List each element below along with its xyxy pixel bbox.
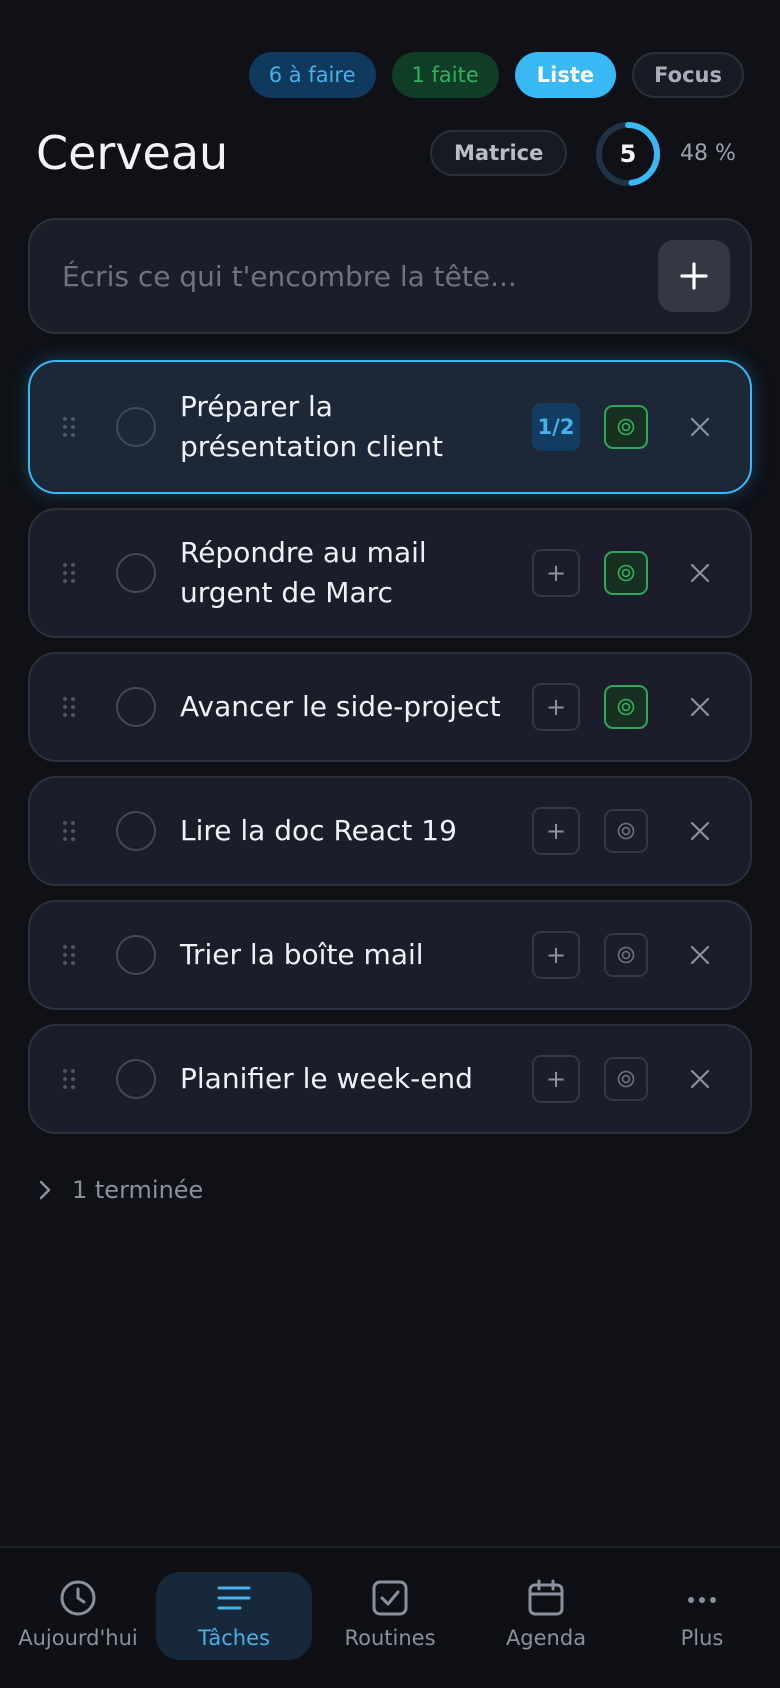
task-title[interactable]: Trier la boîte mail xyxy=(180,935,510,975)
target-icon xyxy=(617,822,635,840)
task-checkbox[interactable] xyxy=(116,1059,156,1099)
completed-tasks-label: 1 terminée xyxy=(72,1176,204,1204)
task-title[interactable]: Préparer la présentation client xyxy=(180,387,510,467)
filter-pills: 6 à faire 1 faite Liste Focus xyxy=(248,52,744,98)
focus-toggle-button[interactable] xyxy=(604,933,648,977)
task-checkbox[interactable] xyxy=(116,407,156,447)
close-icon xyxy=(690,1069,710,1089)
delete-task-button[interactable] xyxy=(680,1059,720,1099)
task-checkbox[interactable] xyxy=(116,935,156,975)
subtasks-count-badge[interactable]: 1/2 xyxy=(532,403,580,451)
drag-handle-icon[interactable] xyxy=(62,820,76,842)
todo-count-pill[interactable]: 6 à faire xyxy=(248,52,376,98)
task-item[interactable]: Avancer le side-project + xyxy=(28,652,752,762)
target-icon xyxy=(617,1070,635,1088)
target-icon xyxy=(617,698,635,716)
checkbox-icon xyxy=(372,1580,408,1616)
focus-toggle-button[interactable] xyxy=(604,405,648,449)
app-root: 6 à faire 1 faite Liste Focus Cerveau Ma… xyxy=(0,0,780,1688)
task-item[interactable]: Planifier le week-end + xyxy=(28,1024,752,1134)
close-icon xyxy=(690,417,710,437)
task-item[interactable]: Préparer la présentation client 1/2 xyxy=(28,360,752,494)
delete-task-button[interactable] xyxy=(680,407,720,447)
add-subtask-button[interactable]: + xyxy=(532,807,580,855)
progress-percent: 48 % xyxy=(680,141,736,166)
nav-item-more[interactable]: Plus xyxy=(624,1572,780,1660)
focus-toggle-button[interactable] xyxy=(604,809,648,853)
focus-toggle-button[interactable] xyxy=(604,685,648,729)
add-subtask-button[interactable]: + xyxy=(532,1055,580,1103)
new-task-input[interactable] xyxy=(62,248,642,304)
focus-toggle-button[interactable] xyxy=(604,551,648,595)
task-title[interactable]: Lire la doc React 19 xyxy=(180,811,510,851)
progress-ring-value: 5 xyxy=(619,140,637,168)
list-icon xyxy=(217,1586,251,1610)
task-checkbox[interactable] xyxy=(116,811,156,851)
nav-label: Tâches xyxy=(198,1626,270,1650)
target-icon xyxy=(617,946,635,964)
nav-label: Plus xyxy=(680,1626,724,1650)
calendar-icon xyxy=(528,1579,564,1616)
delete-task-button[interactable] xyxy=(680,553,720,593)
close-icon xyxy=(690,563,710,583)
drag-handle-icon[interactable] xyxy=(62,1068,76,1090)
task-item[interactable]: Lire la doc React 19 + xyxy=(28,776,752,886)
add-task-button[interactable] xyxy=(658,240,730,312)
done-count-pill[interactable]: 1 faite xyxy=(391,52,499,98)
nav-item-routines[interactable]: Routines xyxy=(312,1572,468,1660)
delete-task-button[interactable] xyxy=(680,687,720,727)
drag-handle-icon[interactable] xyxy=(62,944,76,966)
delete-task-button[interactable] xyxy=(680,811,720,851)
completed-tasks-toggle[interactable]: 1 terminée xyxy=(38,1176,203,1204)
task-title[interactable]: Planifier le week-end xyxy=(180,1059,510,1099)
chevron-right-icon xyxy=(39,1180,51,1200)
drag-handle-icon[interactable] xyxy=(62,562,76,584)
add-subtask-button[interactable]: + xyxy=(532,549,580,597)
focus-toggle-button[interactable] xyxy=(604,1057,648,1101)
drag-handle-icon[interactable] xyxy=(62,696,76,718)
focus-view-button[interactable]: Focus xyxy=(632,52,744,98)
bottom-nav: Aujourd'hui Tâches Routines Agenda Plus xyxy=(0,1546,780,1688)
nav-item-today[interactable]: Aujourd'hui xyxy=(0,1572,156,1660)
close-icon xyxy=(690,697,710,717)
task-item[interactable]: Trier la boîte mail + xyxy=(28,900,752,1010)
task-checkbox[interactable] xyxy=(116,687,156,727)
close-icon xyxy=(690,821,710,841)
more-icon xyxy=(688,1597,716,1603)
plus-icon xyxy=(680,262,708,290)
new-task-card xyxy=(28,218,752,334)
list-view-button[interactable]: Liste xyxy=(514,52,617,98)
target-icon xyxy=(617,564,635,582)
close-icon xyxy=(690,945,710,965)
task-item[interactable]: Répondre au mail urgent de Marc + xyxy=(28,508,752,638)
target-icon xyxy=(617,418,635,436)
nav-label: Routines xyxy=(344,1626,436,1650)
nav-label: Agenda xyxy=(505,1626,587,1650)
add-subtask-button[interactable]: + xyxy=(532,931,580,979)
add-subtask-button[interactable]: + xyxy=(532,683,580,731)
task-title[interactable]: Répondre au mail urgent de Marc xyxy=(180,533,510,613)
nav-item-tasks[interactable]: Tâches xyxy=(156,1572,312,1660)
drag-handle-icon[interactable] xyxy=(62,416,76,438)
task-title[interactable]: Avancer le side-project xyxy=(180,687,510,727)
nav-item-agenda[interactable]: Agenda xyxy=(468,1572,624,1660)
delete-task-button[interactable] xyxy=(680,935,720,975)
page-title: Cerveau xyxy=(36,126,229,180)
clock-icon xyxy=(60,1580,96,1616)
nav-label: Aujourd'hui xyxy=(18,1626,138,1650)
matrix-view-button[interactable]: Matrice xyxy=(430,130,568,176)
task-checkbox[interactable] xyxy=(116,553,156,593)
